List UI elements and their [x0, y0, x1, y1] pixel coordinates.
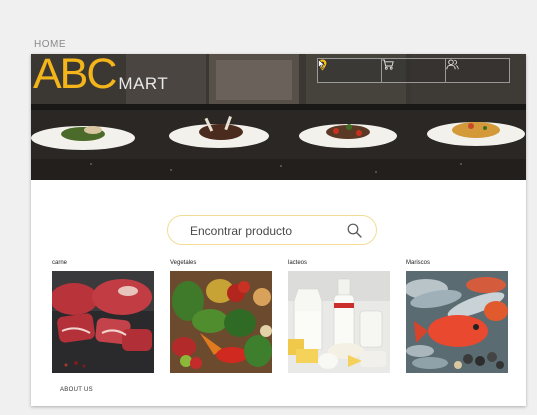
mouse-cursor-icon [318, 59, 325, 69]
category-card-carne[interactable]: carne [52, 259, 154, 373]
nav-cart-button[interactable] [382, 59, 446, 82]
nav-users-button[interactable] [446, 59, 509, 82]
about-us-link[interactable]: ABOUT US [60, 387, 93, 393]
meat-image[interactable] [52, 271, 154, 373]
homepage-frame: ABC MART Encontrar producto carne Vegeta… [31, 54, 526, 406]
dairy-image[interactable] [288, 271, 390, 373]
search-input[interactable] [190, 223, 340, 239]
seafood-image[interactable] [406, 271, 508, 373]
nav-location-button[interactable] [318, 59, 382, 82]
category-card-mariscos[interactable]: Mariscos [406, 259, 508, 373]
brand-logo[interactable]: ABC MART [33, 54, 168, 96]
brand-main-text: ABC [33, 54, 117, 98]
category-card-lacteos[interactable]: lacteos [288, 259, 390, 373]
search-bar[interactable] [167, 215, 377, 245]
cart-icon [382, 59, 394, 70]
category-card-vegetales[interactable]: Vegetales [170, 259, 272, 373]
vegetables-image[interactable] [170, 271, 272, 373]
hero-banner: ABC MART [31, 54, 526, 180]
header-nav [317, 58, 510, 83]
category-label: Vegetales [170, 260, 197, 266]
category-label: lacteos [288, 260, 308, 266]
search-icon[interactable] [347, 223, 362, 238]
brand-sub-text: MART [118, 74, 169, 93]
category-label: carne [52, 260, 68, 266]
page-title: HOME [34, 39, 66, 50]
users-icon [446, 59, 459, 70]
category-label: Mariscos [406, 260, 431, 266]
